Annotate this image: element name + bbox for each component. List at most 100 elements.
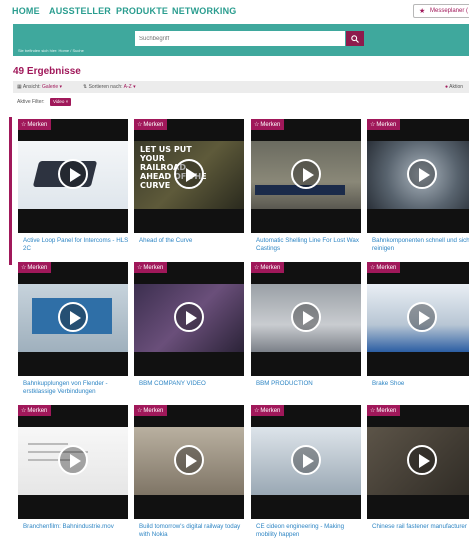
star-icon: ☆	[254, 265, 260, 271]
merken-button[interactable]: ☆Merken	[18, 262, 52, 273]
selected-card-accent	[9, 117, 12, 265]
video-card[interactable]: ☆Merken Active Loop Panel for Intercoms …	[18, 119, 128, 257]
video-thumbnail[interactable]	[18, 119, 128, 233]
search-button[interactable]	[346, 31, 364, 46]
star-icon: ☆	[254, 122, 260, 128]
merken-button[interactable]: ☆Merken	[251, 405, 285, 416]
nav-produkte[interactable]: PRODUKTE	[116, 6, 168, 16]
chevron-down-icon: ▾	[131, 84, 136, 90]
merken-label: Merken	[376, 122, 397, 128]
star-icon: ☆	[370, 122, 376, 128]
merken-button[interactable]: ☆Merken	[251, 262, 285, 273]
card-title[interactable]: BBM PRODUCTION	[256, 380, 364, 388]
search-band: Sie befinden sich hier: Home / Suche	[13, 24, 469, 56]
card-title[interactable]: Bahnkomponenten schnell und sicher reini…	[372, 237, 469, 253]
top-navigation: HOME AUSSTELLER PRODUKTE NETWORKING ★ Me…	[0, 0, 469, 24]
merken-button[interactable]: ☆Merken	[134, 405, 168, 416]
merken-label: Merken	[376, 265, 397, 271]
video-card[interactable]: ☆Merken Chinese rail fastener manufactur…	[367, 405, 469, 543]
results-toolbar: ▦ Ansicht: Galerie ▾ ⇅ Sortieren nach: A…	[13, 81, 469, 93]
play-icon[interactable]	[174, 302, 204, 332]
video-card[interactable]: ☆Merken Automatic Shelling Line For Lost…	[251, 119, 361, 257]
video-thumbnail[interactable]	[367, 119, 469, 233]
star-icon: ☆	[370, 408, 376, 414]
merken-label: Merken	[260, 122, 281, 128]
card-title[interactable]: Ahead of the Curve	[139, 237, 247, 245]
video-card[interactable]: ☆Merken Build tomorrow's digital railway…	[134, 405, 244, 543]
video-card[interactable]: ☆Merken BBM PRODUCTION	[251, 262, 361, 400]
star-icon: ☆	[137, 122, 143, 128]
video-thumbnail[interactable]	[367, 405, 469, 519]
messeplaner-label: Messeplaner (	[430, 8, 469, 14]
star-icon: ★	[419, 8, 426, 15]
video-thumbnail[interactable]	[251, 119, 361, 233]
card-title[interactable]: BBM COMPANY VIDEO	[139, 380, 247, 388]
star-icon: ☆	[21, 408, 27, 414]
active-filter-label: Aktive Filter:	[17, 99, 45, 105]
merken-button[interactable]: ☆Merken	[367, 405, 401, 416]
nav-aussteller[interactable]: AUSSTELLER	[49, 6, 111, 16]
play-icon[interactable]	[291, 302, 321, 332]
view-label: Ansicht:	[22, 84, 41, 90]
star-icon: ☆	[254, 408, 260, 414]
nav-networking[interactable]: NETWORKING	[172, 6, 237, 16]
video-card[interactable]: LET US PUT YOUR RAILROAD AHEAD OF THE CU…	[134, 119, 244, 257]
action-menu[interactable]: ● Aktion	[445, 84, 463, 90]
star-icon: ☆	[137, 265, 143, 271]
video-card[interactable]: ☆Merken BBM COMPANY VIDEO	[134, 262, 244, 400]
play-icon[interactable]	[291, 445, 321, 475]
play-icon[interactable]	[291, 159, 321, 189]
active-filter-chip[interactable]: Video ×	[50, 98, 72, 106]
breadcrumb: Sie befinden sich hier: Home / Suche	[18, 48, 84, 53]
video-thumbnail[interactable]	[367, 262, 469, 376]
play-icon[interactable]	[174, 159, 204, 189]
merken-button[interactable]: ☆Merken	[251, 119, 285, 130]
merken-button[interactable]: ☆Merken	[367, 262, 401, 273]
star-icon: ☆	[21, 265, 27, 271]
card-title[interactable]: CE cideon engineering - Making mobility …	[256, 523, 364, 539]
video-card[interactable]: ☆Merken Bahnkomponenten schnell und sich…	[367, 119, 469, 257]
video-card[interactable]: ☆Merken Bahnkupplungen von Flender - ers…	[18, 262, 128, 400]
merken-button[interactable]: ☆Merken	[18, 405, 52, 416]
play-icon[interactable]	[58, 445, 88, 475]
card-title[interactable]: Bahnkupplungen von Flender - erstklassig…	[23, 380, 131, 396]
play-icon[interactable]	[407, 159, 437, 189]
video-thumbnail[interactable]	[18, 262, 128, 376]
merken-button[interactable]: ☆Merken	[134, 119, 168, 130]
grid-icon: ▦	[17, 84, 22, 90]
play-icon[interactable]	[58, 159, 88, 189]
merken-button[interactable]: ☆Merken	[367, 119, 401, 130]
card-title[interactable]: Chinese rail fastener manufacturer	[372, 523, 469, 531]
card-title[interactable]: Branchenfilm: Bahnindustrie.mov	[23, 523, 131, 531]
card-title[interactable]: Automatic Shelling Line For Lost Wax Cas…	[256, 237, 364, 253]
nav-home[interactable]: HOME	[12, 6, 40, 16]
sort-switch[interactable]: ⇅ Sortieren nach: A-Z ▾	[83, 84, 136, 90]
video-thumbnail[interactable]	[134, 405, 244, 519]
sort-label: Sortieren nach:	[88, 84, 123, 90]
play-icon[interactable]	[407, 302, 437, 332]
merken-button[interactable]: ☆Merken	[18, 119, 52, 130]
search-input[interactable]	[135, 31, 345, 46]
video-card[interactable]: ☆Merken CE cideon engineering - Making m…	[251, 405, 361, 543]
play-icon[interactable]	[407, 445, 437, 475]
merken-label: Merken	[27, 265, 48, 271]
video-thumbnail[interactable]	[18, 405, 128, 519]
view-switch[interactable]: ▦ Ansicht: Galerie ▾	[17, 84, 62, 90]
video-thumbnail[interactable]: LET US PUT YOUR RAILROAD AHEAD OF THE CU…	[134, 119, 244, 233]
video-thumbnail[interactable]	[251, 405, 361, 519]
merken-button[interactable]: ☆Merken	[134, 262, 168, 273]
card-title[interactable]: Brake Shoe	[372, 380, 469, 388]
action-label: Aktion	[449, 84, 464, 90]
video-card[interactable]: ☆Merken Brake Shoe	[367, 262, 469, 400]
view-value: Galerie	[42, 84, 59, 90]
card-title[interactable]: Active Loop Panel for Intercoms - HLS 2C	[23, 237, 131, 253]
merken-label: Merken	[27, 408, 48, 414]
messeplaner-button[interactable]: ★ Messeplaner (	[413, 4, 469, 18]
play-icon[interactable]	[174, 445, 204, 475]
play-icon[interactable]	[58, 302, 88, 332]
merken-label: Merken	[143, 265, 164, 271]
video-card[interactable]: ☆Merken Branchenfilm: Bahnindustrie.mov	[18, 405, 128, 543]
video-thumbnail[interactable]	[251, 262, 361, 376]
video-thumbnail[interactable]	[134, 262, 244, 376]
card-title[interactable]: Build tomorrow's digital railway today w…	[139, 523, 247, 539]
